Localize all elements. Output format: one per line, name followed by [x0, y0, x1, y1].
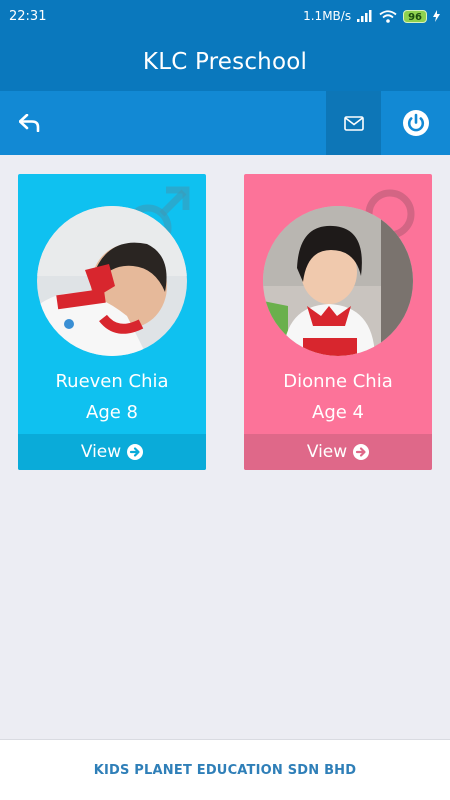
view-label: View: [80, 442, 122, 462]
status-time: 22:31: [9, 8, 47, 24]
messages-button[interactable]: [326, 91, 381, 155]
child-age: Age 8: [86, 402, 138, 423]
signal-icon: [357, 10, 372, 22]
app-bar: KLC Preschool: [0, 32, 450, 91]
child-photo-image: [37, 206, 187, 356]
child-age: Age 4: [312, 402, 364, 423]
back-arrow-icon: [19, 114, 40, 132]
status-indicators: 1.1MB/s 96: [303, 9, 440, 23]
child-name: Dionne Chia: [283, 371, 393, 392]
child-card[interactable]: Dionne Chia Age 4 View: [244, 174, 432, 470]
wifi-icon: [379, 9, 397, 23]
power-icon: [402, 110, 429, 136]
battery-icon: 96: [403, 9, 427, 23]
child-photo: [263, 206, 413, 356]
child-name: Rueven Chia: [55, 371, 169, 392]
logout-button[interactable]: [381, 91, 450, 155]
arrow-circle-right-icon: [353, 444, 370, 460]
mail-icon: [343, 115, 364, 131]
arrow-circle-right-icon: [127, 444, 144, 460]
charging-icon: [433, 10, 440, 22]
child-photo-image: [263, 206, 413, 356]
view-label: View: [306, 442, 348, 462]
view-button[interactable]: View: [18, 434, 206, 470]
child-card[interactable]: Rueven Chia Age 8 View: [18, 174, 206, 470]
back-button[interactable]: [0, 91, 60, 155]
footer: KIDS PLANET EDUCATION SDN BHD: [0, 739, 450, 800]
toolbar: [0, 91, 450, 155]
view-button[interactable]: View: [244, 434, 432, 470]
footer-company-name: KIDS PLANET EDUCATION SDN BHD: [93, 762, 357, 778]
status-bar: 22:31 1.1MB/s 96: [0, 0, 450, 32]
network-speed: 1.1MB/s: [303, 9, 352, 23]
child-photo: [37, 206, 187, 356]
app-title: KLC Preschool: [142, 48, 308, 75]
